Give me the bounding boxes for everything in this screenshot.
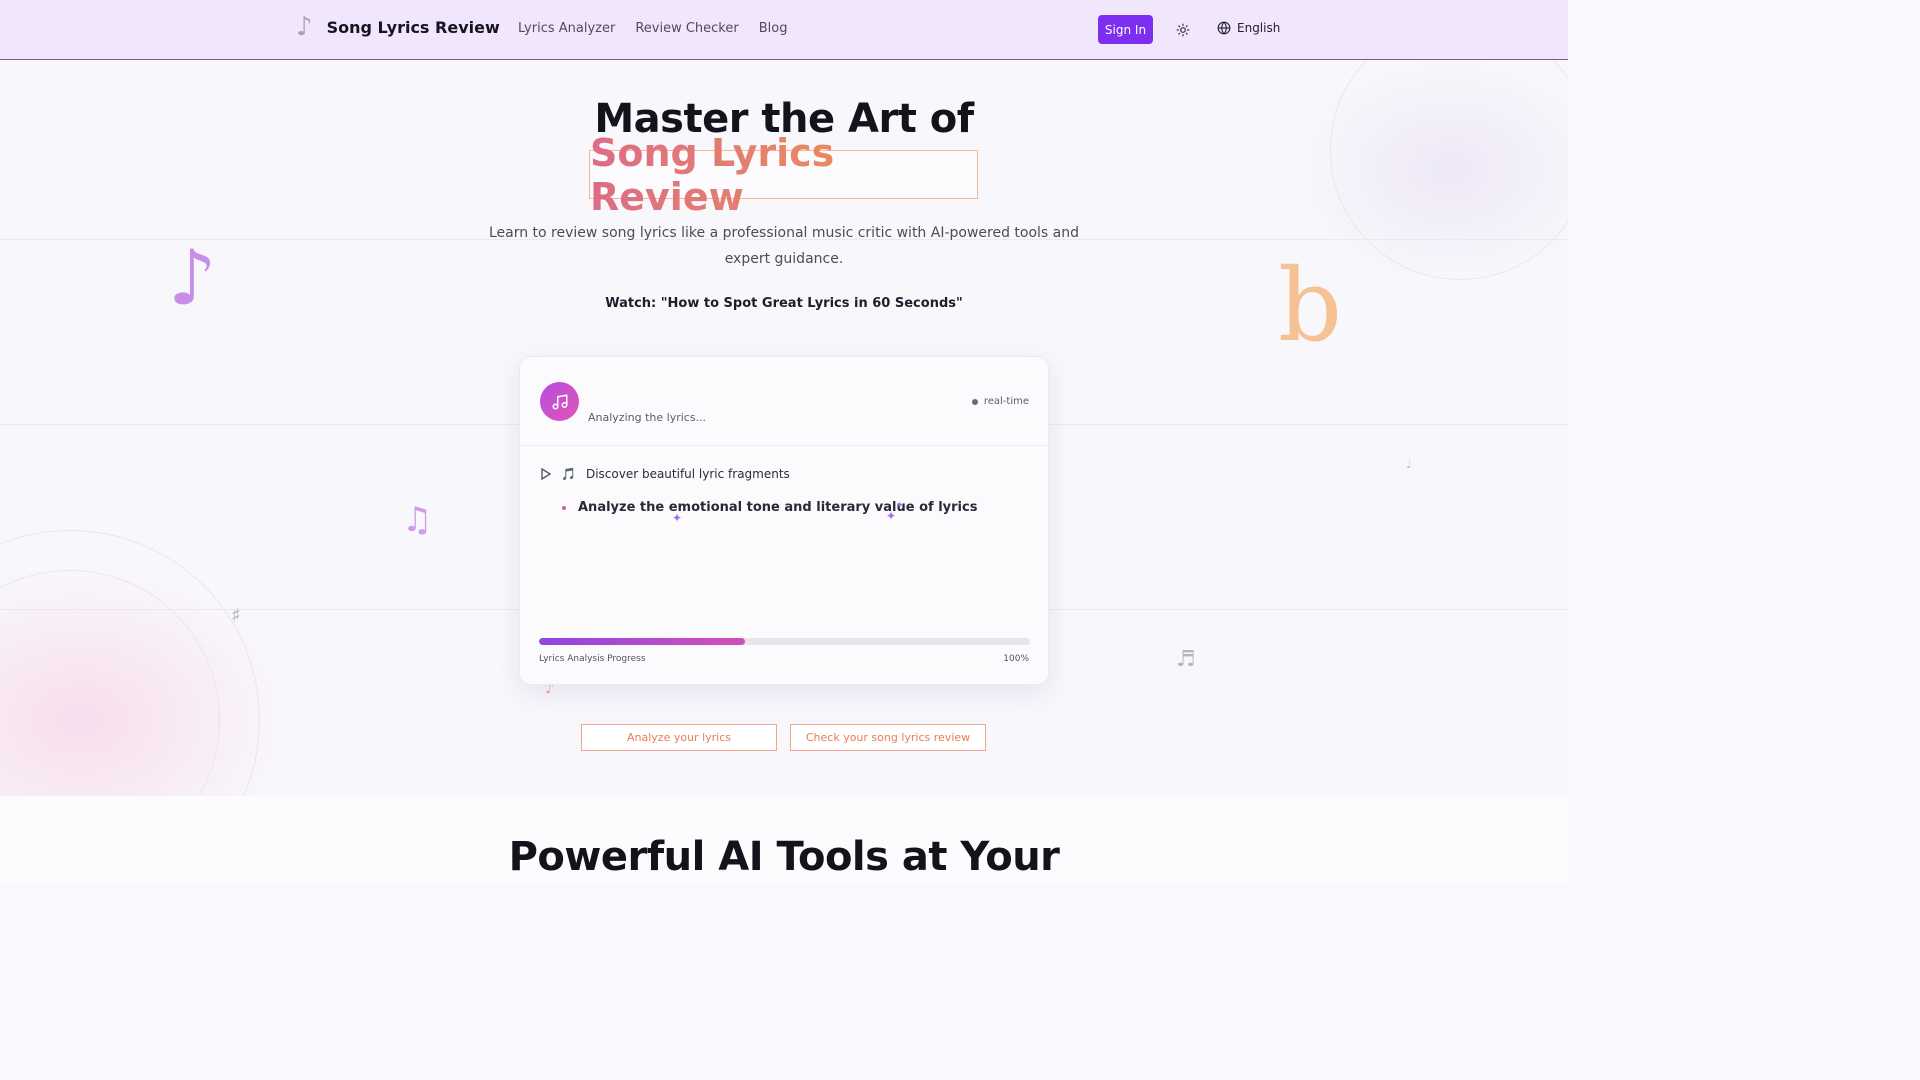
analyze-lyrics-button[interactable]: Analyze your lyrics: [581, 724, 777, 751]
progress-label: Lyrics Analysis Progress: [539, 654, 646, 664]
progress-percent: 100%: [1003, 654, 1029, 664]
analysis-item-text: Analyze the emotional tone and literary …: [578, 500, 978, 515]
brand[interactable]: ♪ Song Lyrics Review: [296, 14, 500, 40]
analysis-item: Analyze the emotional tone and literary …: [562, 500, 977, 515]
sparkle-icon: ✦: [886, 509, 897, 523]
beamed-notes-icon: ♫: [402, 500, 433, 540]
hero-subtitle: Learn to review song lyrics like a profe…: [488, 225, 1080, 267]
features-section: Powerful AI Tools at Your: [0, 796, 1568, 882]
main-nav: Lyrics Analyzer Review Checker Blog: [518, 21, 787, 36]
flat-sign-icon: b: [1278, 247, 1343, 364]
hero-highlight-title: Song Lyrics Review: [589, 131, 978, 219]
hero-section: Master the Art of Song Lyrics Review Lea…: [0, 60, 1568, 796]
globe-icon: [1217, 21, 1231, 35]
analysis-status: Analyzing the lyrics...: [588, 411, 707, 424]
music-emoji-icon: 🎵: [561, 467, 576, 481]
check-review-button[interactable]: Check your song lyrics review: [790, 724, 986, 751]
realtime-label: real-time: [983, 396, 1029, 407]
hero-highlight-text: Song Lyrics Review: [590, 131, 977, 219]
progress-fill: [539, 638, 746, 645]
features-title: Powerful AI Tools at Your: [508, 834, 1060, 880]
music-note-icon: ♪: [296, 12, 313, 42]
music-icon: [540, 382, 579, 421]
nav-review-checker[interactable]: Review Checker: [635, 21, 738, 36]
card-header: Analyzing the lyrics... real-time: [520, 357, 1048, 446]
realtime-indicator: real-time: [971, 396, 1029, 407]
decorative-ring: [1330, 60, 1568, 280]
lyric-fragment-text: Discover beautiful lyric fragments: [585, 467, 790, 481]
bullet-icon: [562, 505, 566, 510]
theme-toggle-button[interactable]: [1168, 15, 1198, 44]
nav-blog[interactable]: Blog: [759, 21, 788, 36]
sparkle-icon: ✦: [896, 501, 904, 511]
language-label: English: [1237, 21, 1281, 35]
quarter-note-icon: ♩: [1406, 457, 1412, 471]
music-note-icon: ♪: [168, 233, 217, 322]
top-navbar: ♪ Song Lyrics Review Lyrics Analyzer Rev…: [0, 0, 1568, 60]
sign-in-button[interactable]: Sign In: [1098, 15, 1153, 44]
lyrics-analysis-card: Analyzing the lyrics... real-time 🎵 Disc…: [519, 356, 1049, 685]
nav-lyrics-analyzer[interactable]: Lyrics Analyzer: [518, 21, 615, 36]
language-selector[interactable]: English: [1217, 21, 1280, 35]
music-notes-icon: ♬: [1176, 647, 1196, 672]
status-dot-icon: [971, 398, 978, 405]
play-icon: [541, 468, 551, 480]
sparkle-icon: ✦: [672, 511, 683, 525]
progress-bar: [539, 638, 1030, 645]
sharp-sign-icon: ♯: [231, 603, 241, 627]
lyric-fragment-row[interactable]: 🎵 Discover beautiful lyric fragments: [541, 467, 790, 481]
brand-title: Song Lyrics Review: [326, 17, 500, 37]
sun-icon: [1176, 23, 1190, 36]
